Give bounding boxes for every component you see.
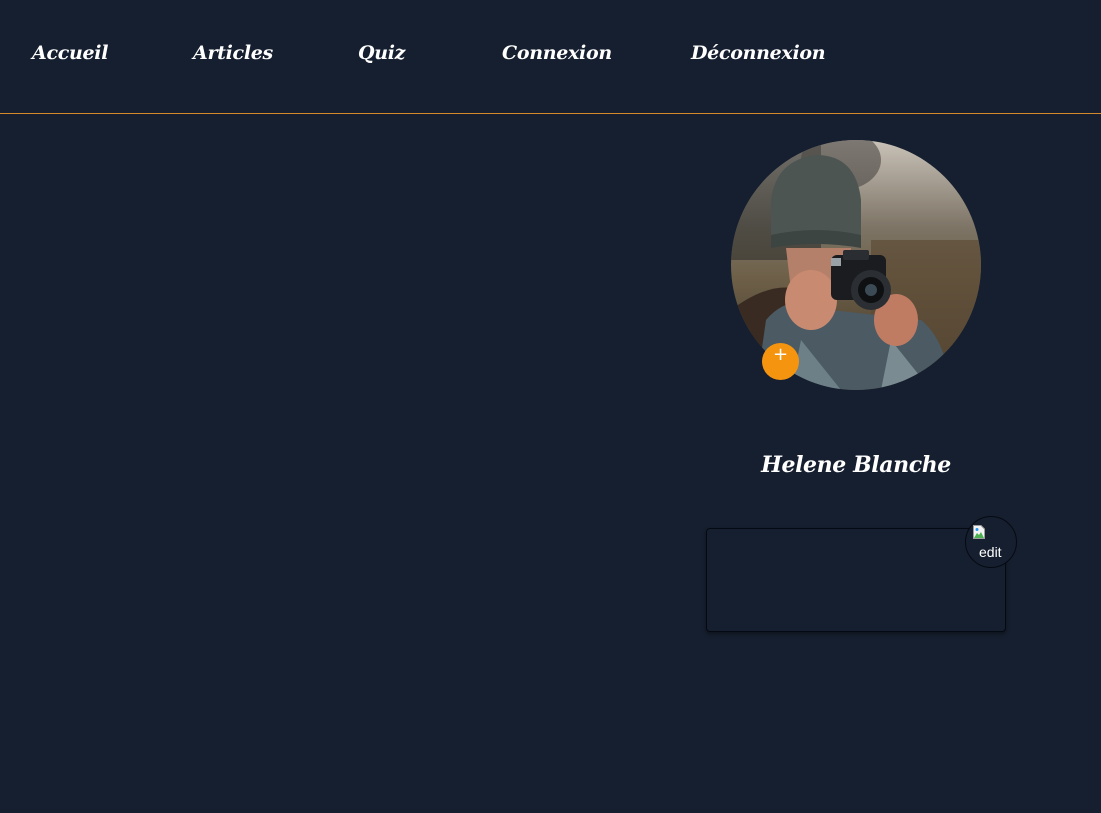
- add-photo-button[interactable]: +: [762, 343, 799, 380]
- edit-button-alt-text: edit: [979, 544, 1002, 560]
- nav-link-connexion[interactable]: Connexion: [502, 42, 612, 64]
- profile-name: Helene Blanche: [761, 452, 951, 478]
- nav-link-deconnexion[interactable]: Déconnexion: [691, 42, 826, 64]
- main-navbar: Accueil Articles Quiz Connexion Déconnex…: [0, 0, 1101, 114]
- edit-button[interactable]: edit: [965, 516, 1017, 568]
- nav-link-accueil[interactable]: Accueil: [32, 42, 108, 64]
- broken-image-icon: [973, 525, 985, 539]
- bio-box: [706, 528, 1006, 632]
- nav-link-articles[interactable]: Articles: [193, 42, 273, 64]
- nav-link-quiz[interactable]: Quiz: [358, 42, 405, 64]
